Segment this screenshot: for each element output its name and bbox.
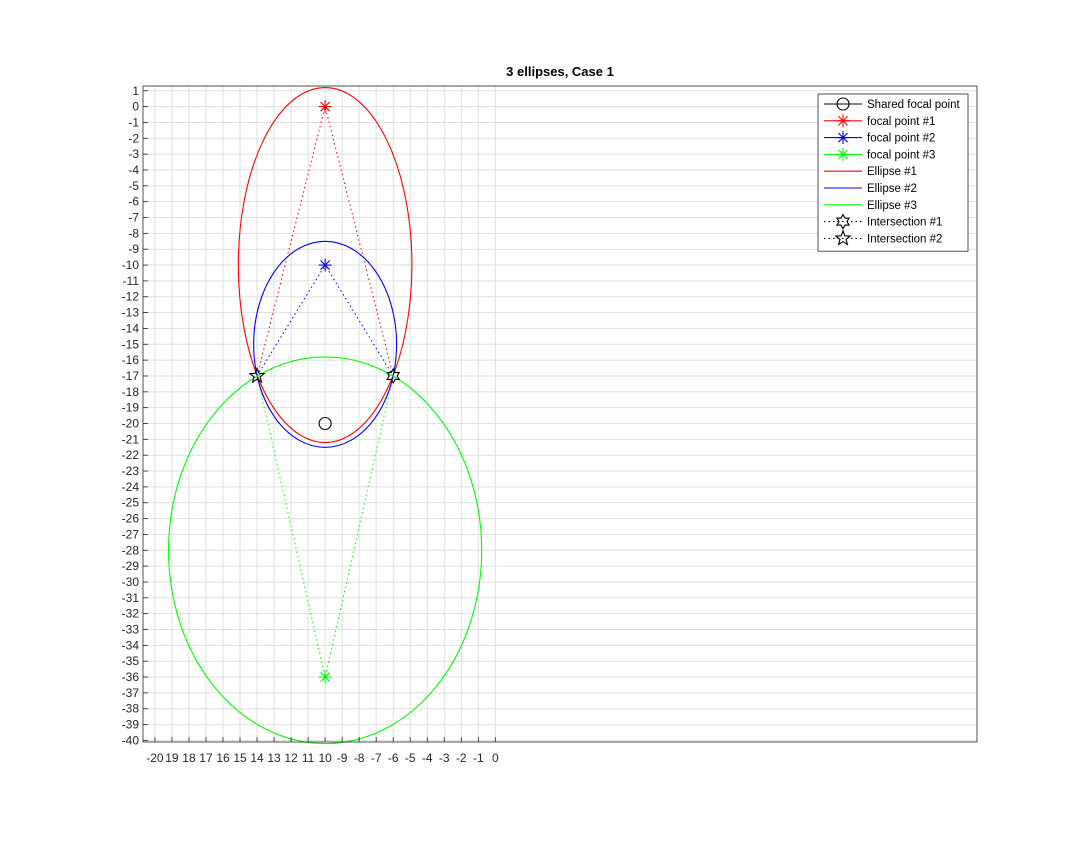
chart-title: 3 ellipses, Case 1: [506, 64, 614, 79]
legend-marker-asterisk: [836, 147, 850, 161]
y-tick-label: -32: [122, 607, 140, 621]
x-tick-label: -5: [405, 751, 416, 765]
y-tick-label: -18: [122, 385, 140, 399]
y-tick-label: -29: [122, 559, 140, 573]
legend-label: Intersection #1: [867, 217, 942, 229]
y-tick-label: 0: [132, 100, 139, 114]
legend-label: Ellipse #1: [867, 166, 917, 178]
x-tick-label: 17: [199, 751, 213, 765]
y-tick-label: -7: [128, 211, 139, 225]
y-tick-label: -21: [122, 432, 140, 446]
y-tick-label: -10: [122, 258, 140, 272]
y-tick-label: -28: [122, 543, 140, 557]
y-tick-label: -3: [128, 147, 139, 161]
y-tick-label: -40: [122, 733, 140, 747]
x-tick-label: 18: [182, 751, 196, 765]
legend-label: focal point #3: [867, 149, 935, 161]
x-tick-label: -8: [354, 751, 365, 765]
legend: Shared focal point focal point #1 focal po…: [817, 93, 969, 252]
y-tick-label: -37: [122, 686, 140, 700]
ellipses-figure: -20 19 18 17 16 15 14 13 12 11 10 -9 -8 -7 -6 -5 -4 -3 -2-…: [122, 64, 978, 765]
x-tick-label: 19: [165, 751, 179, 765]
legend-label: Shared focal point: [867, 99, 961, 111]
y-tick-label: -26: [122, 512, 140, 526]
y-tick-label: -30: [122, 575, 140, 589]
y-tick-label: -34: [122, 638, 140, 652]
x-tick-label: -9: [337, 751, 348, 765]
focal-point-marker-2: [318, 258, 332, 272]
y-tick-label: -15: [122, 337, 140, 351]
focal-point-marker-3: [318, 670, 332, 684]
y-tick-label: -36: [122, 670, 140, 684]
y-tick-label: -9: [128, 242, 139, 256]
y-tick-label: -1: [128, 115, 139, 129]
y-tick-label: -23: [122, 464, 140, 478]
y-tick-label: -13: [122, 306, 140, 320]
y-tick-label: -22: [122, 448, 140, 462]
y-tick-label: -38: [122, 702, 140, 716]
y-tick-label: -16: [122, 353, 140, 367]
legend-marker-asterisk: [836, 114, 850, 128]
y-tick-label: -24: [122, 480, 140, 494]
legend-label: Intersection #2: [867, 233, 942, 245]
y-tick-label: -4: [128, 163, 139, 177]
legend-label: Ellipse #2: [867, 183, 917, 195]
y-tick-label: -5: [128, 179, 139, 193]
y-tick-label: -14: [122, 321, 140, 335]
focal-point-marker-1: [318, 100, 332, 114]
y-tick-label: -39: [122, 718, 140, 732]
y-tick-label: -12: [122, 290, 140, 304]
x-tick-label: -6: [388, 751, 399, 765]
y-tick-label: -2: [128, 131, 139, 145]
x-tick-label: 10: [318, 751, 332, 765]
x-tick-label: -1: [473, 751, 484, 765]
x-tick-label: 11: [302, 751, 315, 765]
x-tick-label: 13: [267, 751, 281, 765]
y-tick-label: -8: [128, 226, 139, 240]
y-tick-label: -17: [122, 369, 140, 383]
x-tick-label: -4: [422, 751, 433, 765]
legend-label: Ellipse #3: [867, 200, 917, 212]
y-tick-label: -35: [122, 654, 140, 668]
x-tick-label: -2: [456, 751, 467, 765]
y-tick-label: -6: [128, 195, 139, 209]
x-tick-label: -20: [146, 751, 164, 765]
x-tick-label: 12: [284, 751, 298, 765]
x-tick-label: 16: [216, 751, 230, 765]
x-tick-label: -7: [371, 751, 382, 765]
x-tick-label: 15: [233, 751, 247, 765]
legend-marker-asterisk: [836, 131, 850, 145]
y-tick-label: -27: [122, 527, 140, 541]
x-tick-label: -3: [439, 751, 450, 765]
y-tick-label: -25: [122, 496, 140, 510]
legend-label: focal point #2: [867, 133, 935, 145]
y-tick-label: -31: [122, 591, 140, 605]
y-tick-label: 1: [132, 84, 139, 98]
y-tick-label: -33: [122, 622, 140, 636]
y-tick-label: -11: [123, 274, 140, 288]
y-tick-label: -19: [122, 401, 140, 415]
legend-label: focal point #1: [867, 116, 935, 128]
x-tick-label: 0: [492, 751, 499, 765]
x-tick-label: 14: [250, 751, 264, 765]
y-tick-label: -20: [122, 417, 140, 431]
